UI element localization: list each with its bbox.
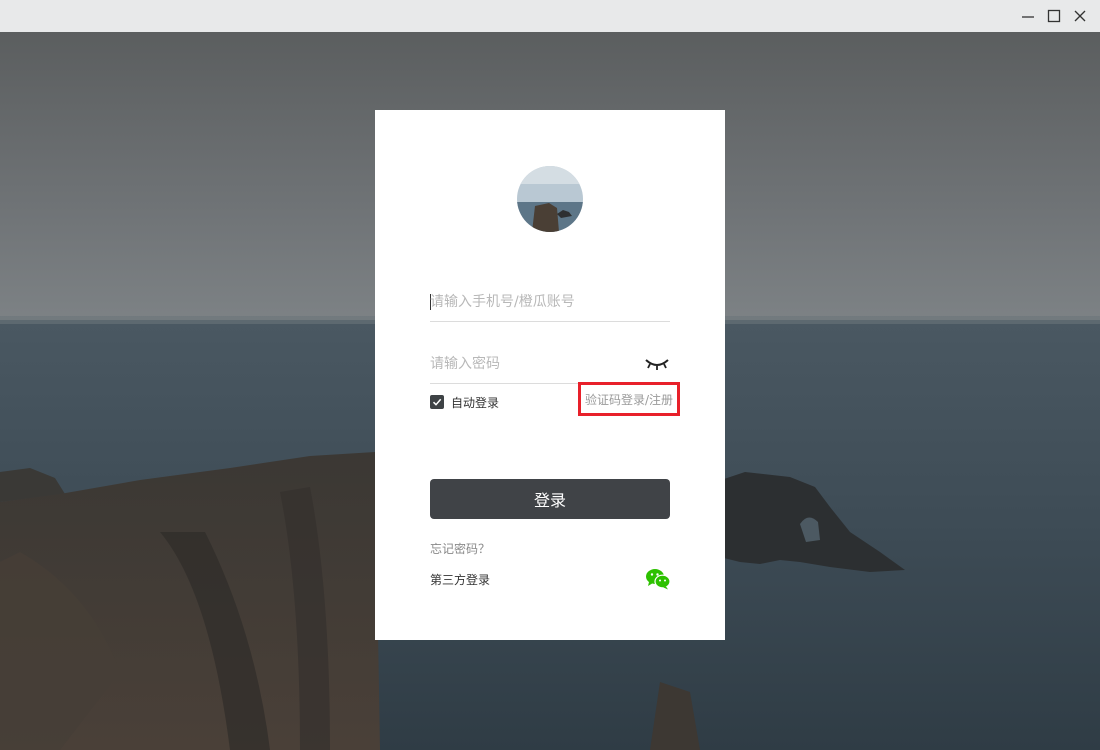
third-party-login-label: 第三方登录 (430, 573, 491, 587)
minimize-button[interactable] (1017, 4, 1039, 28)
minimize-icon (1022, 16, 1034, 18)
auto-login-label: 自动登录 (451, 395, 500, 410)
password-input[interactable] (430, 347, 630, 381)
wechat-login-button[interactable] (645, 568, 671, 590)
password-visibility-toggle[interactable] (644, 356, 670, 372)
avatar (517, 166, 583, 232)
maximize-button[interactable] (1043, 4, 1065, 28)
close-button[interactable] (1069, 4, 1091, 28)
checkmark-icon (432, 398, 442, 406)
maximize-icon (1047, 9, 1061, 23)
auto-login-checkbox[interactable] (430, 395, 444, 409)
forgot-password-link[interactable]: 忘记密码？ (430, 540, 490, 557)
auto-login-option[interactable]: 自动登录 (430, 394, 499, 410)
sms-login-highlight: 验证码登录/注册 (578, 382, 680, 416)
login-card: 自动登录 验证码登录/注册 登录 忘记密码？ 第三方登录 (375, 110, 725, 640)
close-icon (1074, 10, 1086, 22)
login-button[interactable]: 登录 (430, 479, 670, 519)
account-input[interactable] (430, 285, 630, 319)
password-field (430, 347, 670, 384)
wechat-icon (646, 569, 671, 590)
sms-login-link[interactable]: 验证码登录/注册 (585, 391, 673, 408)
window-titlebar (0, 0, 1100, 32)
account-field (430, 285, 670, 322)
eye-closed-icon (645, 359, 669, 370)
